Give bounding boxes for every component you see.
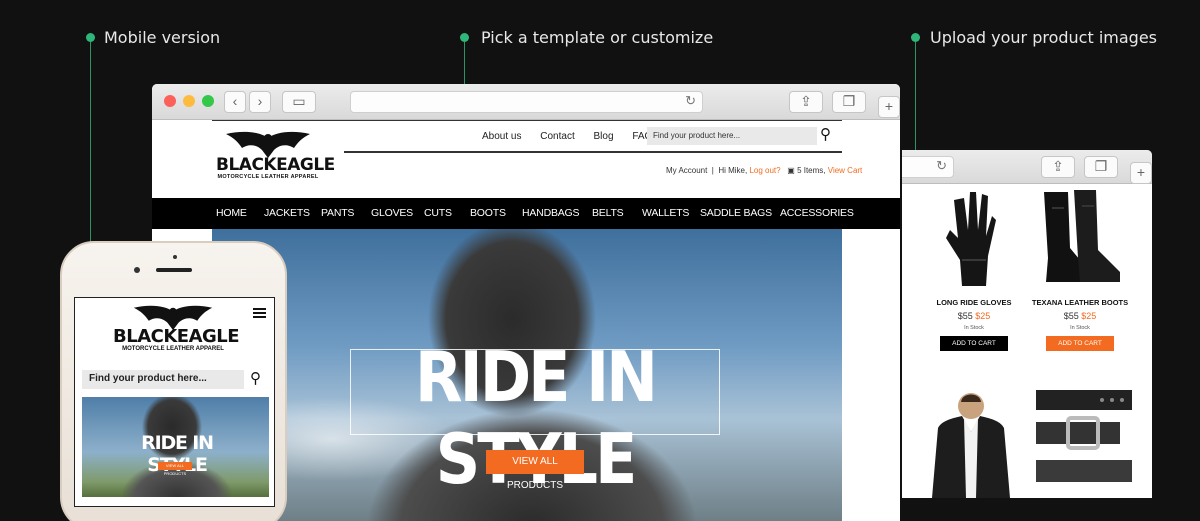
product-price: $55 $25 [957,311,991,321]
callout-template: Pick a template or customize [481,28,714,47]
nav-cuts[interactable]: CUTS [424,207,452,219]
boots-image[interactable] [1034,188,1126,288]
cart-count: 5 Items, [797,166,826,175]
mobile-search-icon[interactable]: ⚲ [250,369,261,387]
top-links: About us Contact Blog FAQ [482,131,668,142]
belts-image[interactable] [1034,388,1134,488]
link-contact[interactable]: Contact [540,131,574,142]
product-name[interactable]: LONG RIDE GLOVES [924,298,1024,307]
callout-mobile: Mobile version [104,28,221,47]
account-bar: My Account | Hi Mike, Log out? ▣ 5 Items… [666,166,863,175]
back-button[interactable]: ‹ [224,91,246,113]
mobile-screen: BLACKEAGLE MOTORCYCLE LEATHER APPAREL Fi… [74,297,275,507]
mobile-view-all-button[interactable]: VIEW ALL PRODUCTS [158,462,192,476]
hamburger-menu-icon[interactable] [253,308,266,320]
product-card-gloves[interactable]: LONG RIDE GLOVES $55 $25 In Stock ADD TO… [924,298,1024,351]
callout-dot-upload [911,33,920,42]
main-nav: HOME JACKETS PANTS GLOVES CUTS BOOTS HAN… [152,198,900,229]
callout-dot-template [460,33,469,42]
new-tab-button[interactable]: + [878,96,900,118]
gloves-image[interactable] [940,190,1006,288]
header-top-rule [212,120,842,121]
product-name[interactable]: TEXANA LEATHER BOOTS [1030,298,1130,307]
nav-belts[interactable]: BELTS [592,207,624,219]
nav-jackets[interactable]: JACKETS [264,207,310,219]
reload-icon[interactable]: ↻ [685,93,696,109]
callout-line-mobile [90,42,91,266]
browser-toolbar: ‹ › ▭ ↻ ⇪ ❐ + [152,84,900,120]
url-bar[interactable]: ↻ [350,91,703,113]
nav-accessories[interactable]: ACCESSORIES [780,207,854,219]
stock-status: In Stock [1070,325,1090,331]
product-card-boots[interactable]: TEXANA LEATHER BOOTS $55 $25 In Stock AD… [1030,298,1130,351]
browser-toolbar-secondary: ↻ ⇪ ❐ + [902,150,1152,184]
share-icon[interactable]: ⇪ [789,91,823,113]
my-account-link[interactable]: My Account [666,166,707,175]
product-price: $55 $25 [1063,311,1097,321]
jacket-image[interactable] [928,388,1014,498]
search-icon[interactable]: ⚲ [820,125,831,143]
tabs-icon[interactable]: ❐ [832,91,866,113]
url-bar-secondary[interactable]: ↻ [902,156,954,178]
phone-camera-icon [134,267,140,273]
product-browser-window: ↻ ⇪ ❐ + LONG RIDE GLOVES $55 $25 In Stoc… [902,150,1152,498]
new-tab-button-secondary[interactable]: + [1130,162,1152,184]
brand-name: BLACKEAGLE [216,155,335,175]
brand-logo[interactable]: BLACKEAGLE MOTORCYCLE LEATHER APPAREL [216,130,335,180]
search-input[interactable]: Find your product here... [647,127,817,145]
callout-upload: Upload your product images [930,28,1158,47]
callout-dot-mobile [86,33,95,42]
hero-banner: RIDE IN STYLE VIEW ALL PRODUCTS [212,229,842,521]
cart-icon[interactable]: ▣ [787,166,795,175]
stock-status: In Stock [964,325,984,331]
mobile-brand-name: BLACKEAGLE [113,326,240,347]
nav-home[interactable]: HOME [216,207,247,219]
logout-link[interactable]: Log out? [749,166,780,175]
zoom-traffic-light[interactable] [202,95,214,107]
showcase-stage: Mobile version Pick a template or custom… [0,0,1200,521]
view-cart-link[interactable]: View Cart [828,166,863,175]
nav-wallets[interactable]: WALLETS [642,207,689,219]
brand-tagline: MOTORCYCLE LEATHER APPAREL [217,174,319,180]
phone-speaker [156,268,192,272]
mobile-phone-mockup: BLACKEAGLE MOTORCYCLE LEATHER APPAREL Fi… [60,241,287,521]
greeting-text: Hi Mike, [718,166,748,175]
nav-gloves[interactable]: GLOVES [371,207,413,219]
mobile-logo[interactable]: BLACKEAGLE MOTORCYCLE LEATHER APPAREL [113,304,240,352]
nav-handbags[interactable]: HANDBAGS [522,207,580,219]
mobile-hero-banner: RIDE IN STYLE VIEW ALL PRODUCTS [82,397,269,497]
nav-pants[interactable]: PANTS [321,207,354,219]
reload-icon-secondary[interactable]: ↻ [936,158,947,174]
close-traffic-light[interactable] [164,95,176,107]
mobile-search-input[interactable]: Find your product here... [82,370,244,389]
add-to-cart-button[interactable]: ADD TO CART [1046,336,1114,351]
view-all-products-button[interactable]: VIEW ALL PRODUCTS [486,450,584,491]
forward-button[interactable]: › [249,91,271,113]
nav-boots[interactable]: BOOTS [470,207,506,219]
mobile-brand-tagline: MOTORCYCLE LEATHER APPAREL [122,346,224,352]
phone-sensor [173,255,177,259]
tabs-icon-secondary[interactable]: ❐ [1084,156,1118,178]
link-about-us[interactable]: About us [482,131,521,142]
minimize-traffic-light[interactable] [183,95,195,107]
header-rule [344,151,842,153]
nav-saddle-bags[interactable]: SADDLE BAGS [700,207,772,219]
add-to-cart-button[interactable]: ADD TO CART [940,336,1008,351]
share-icon-secondary[interactable]: ⇪ [1041,156,1075,178]
sidebar-toggle-icon[interactable]: ▭ [282,91,316,113]
link-blog[interactable]: Blog [594,131,614,142]
